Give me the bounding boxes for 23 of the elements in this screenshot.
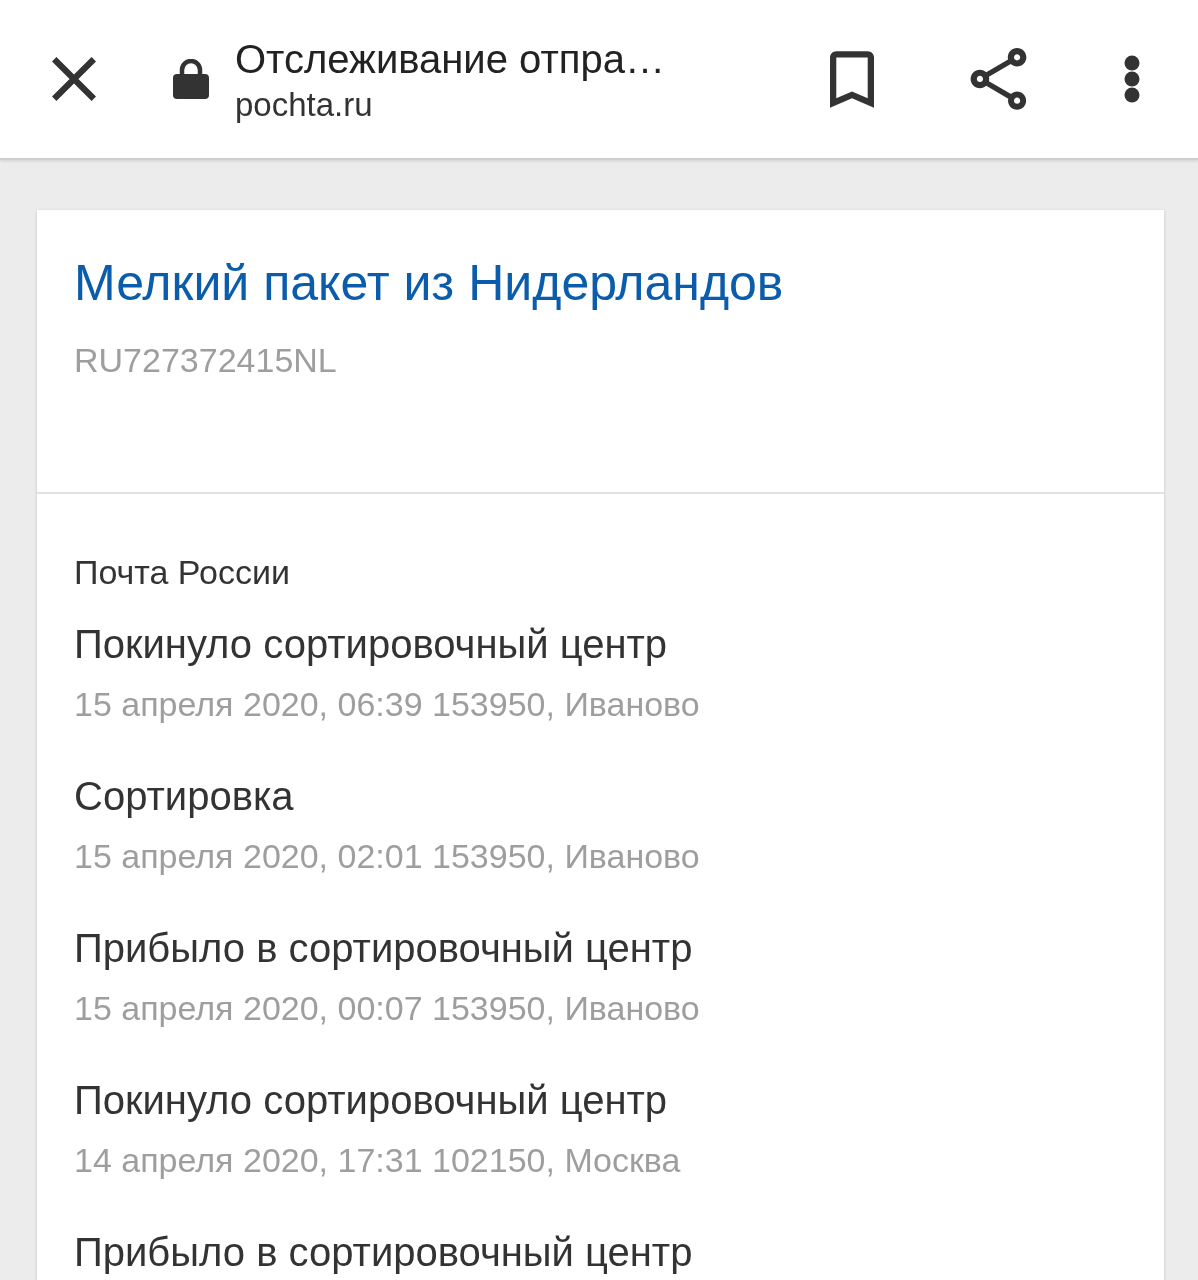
bookmark-icon <box>830 50 874 108</box>
parcel-title: Мелкий пакет из Нидерландов <box>74 254 784 313</box>
event-details: 14 апреля 2020, 17:31 102150, Москва <box>74 1140 681 1180</box>
tracking-number: RU727372415NL <box>74 340 337 380</box>
close-icon <box>52 57 96 101</box>
event-details: 15 апреля 2020, 02:01 153950, Иваново <box>74 836 700 876</box>
carrier-name: Почта России <box>74 552 290 592</box>
bookmark-button[interactable] <box>830 50 874 108</box>
event-status: Покинуло сортировочный центр <box>74 1077 668 1124</box>
page-url: pochta.ru <box>235 85 373 125</box>
event-status: Прибыло в сортировочный центр <box>74 925 693 972</box>
share-button[interactable] <box>970 48 1027 110</box>
close-button[interactable] <box>52 57 96 101</box>
event-status: Сортировка <box>74 773 294 820</box>
more-options-icon <box>1124 55 1140 103</box>
event-details: 15 апреля 2020, 06:39 153950, Иваново <box>74 684 700 724</box>
event-details: 15 апреля 2020, 00:07 153950, Иваново <box>74 988 700 1028</box>
page-title: Отслеживание отпра… <box>235 36 665 83</box>
event-status: Прибыло в сортировочный центр <box>74 1229 693 1276</box>
share-icon <box>970 48 1027 110</box>
lock-icon <box>173 59 209 99</box>
more-options-button[interactable] <box>1124 55 1140 103</box>
event-status: Покинуло сортировочный центр <box>74 621 668 668</box>
